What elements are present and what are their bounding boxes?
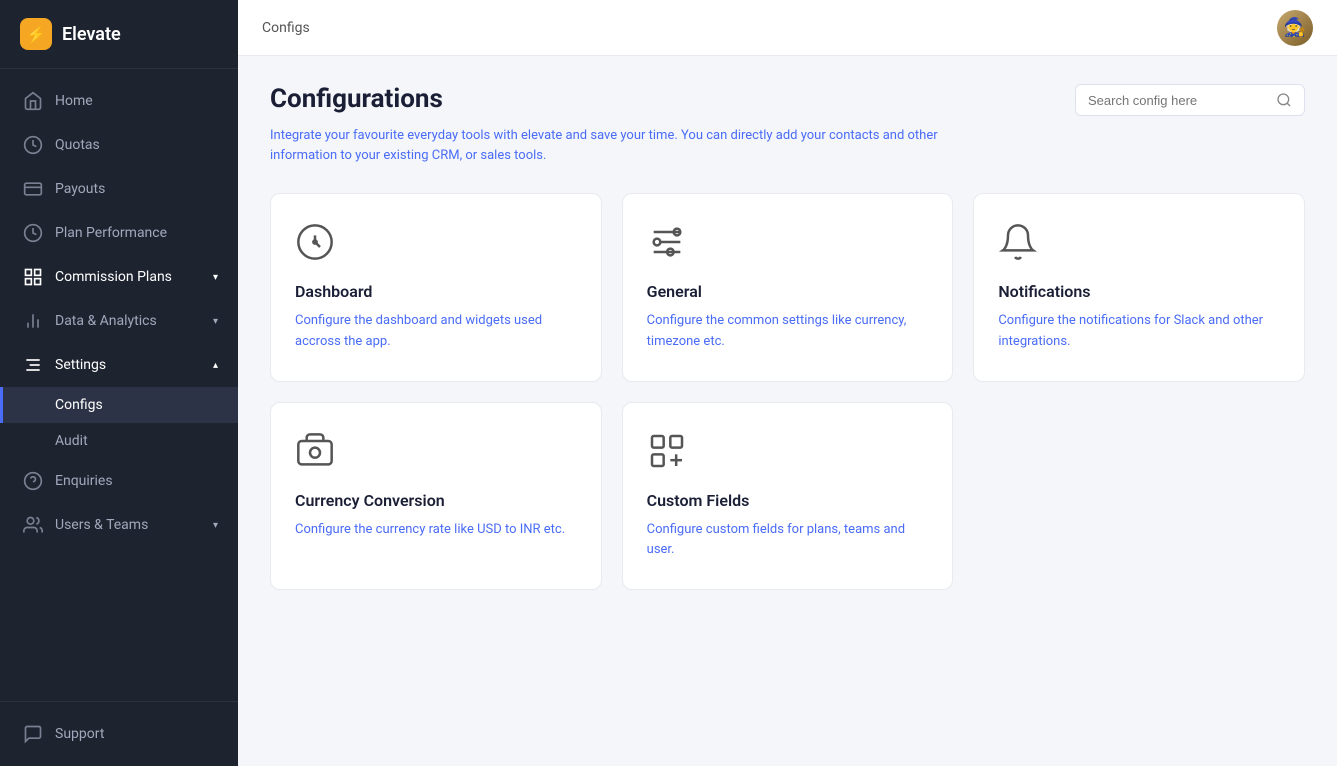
chevron-down-icon: ▾ xyxy=(213,520,218,531)
card-title: Custom Fields xyxy=(647,491,929,510)
chevron-down-icon: ▾ xyxy=(213,272,218,283)
sidebar-item-label: Data & Analytics xyxy=(55,313,157,329)
app-name: Elevate xyxy=(62,24,121,45)
sidebar-item-payouts[interactable]: Payouts xyxy=(0,167,238,211)
sidebar-item-support[interactable]: Support xyxy=(0,712,238,756)
sidebar-item-settings[interactable]: Settings ▴ xyxy=(0,343,238,387)
audit-label: Audit xyxy=(55,433,88,449)
card-desc: Configure the dashboard and widgets used… xyxy=(295,311,577,353)
app-logo: ⚡ xyxy=(20,18,52,50)
card-title: Dashboard xyxy=(295,282,577,301)
settings-subnav: Configs Audit xyxy=(0,387,238,459)
logo-icon: ⚡ xyxy=(26,25,46,44)
chevron-up-icon: ▴ xyxy=(213,360,218,371)
settings-icon xyxy=(23,355,43,375)
sidebar-item-label: Plan Performance xyxy=(55,225,167,241)
sidebar-item-label: Support xyxy=(55,726,104,742)
data-analytics-icon xyxy=(23,311,43,331)
home-icon xyxy=(23,91,43,111)
card-currency-conversion[interactable]: Currency Conversion Configure the curren… xyxy=(270,402,602,591)
card-title: Currency Conversion xyxy=(295,491,577,510)
chevron-down-icon: ▾ xyxy=(213,316,218,327)
quotas-icon xyxy=(23,135,43,155)
card-title: Notifications xyxy=(998,282,1280,301)
sidebar-nav: Home Quotas Payouts Plan Performance Com… xyxy=(0,69,238,701)
topbar-right: 🧙 xyxy=(1277,10,1313,46)
sidebar-item-label: Quotas xyxy=(55,137,100,153)
search-input[interactable] xyxy=(1088,93,1268,108)
breadcrumb: Configs xyxy=(262,20,310,36)
sidebar-footer: Support xyxy=(0,701,238,766)
search-icon xyxy=(1276,92,1292,108)
card-dashboard[interactable]: Dashboard Configure the dashboard and wi… xyxy=(270,193,602,382)
title-area: Configurations xyxy=(270,84,443,122)
sidebar-item-enquiries[interactable]: Enquiries xyxy=(0,459,238,503)
card-desc: Configure the common settings like curre… xyxy=(647,311,929,353)
sidebar-item-users-teams[interactable]: Users & Teams ▾ xyxy=(0,503,238,547)
sidebar-item-label: Settings xyxy=(55,357,106,373)
sidebar-item-configs[interactable]: Configs xyxy=(0,387,238,423)
cards-grid: Dashboard Configure the dashboard and wi… xyxy=(270,193,1305,590)
enquiries-icon xyxy=(23,471,43,491)
sidebar-item-label: Home xyxy=(55,93,93,109)
sidebar-item-home[interactable]: Home xyxy=(0,79,238,123)
sidebar-item-label: Commission Plans xyxy=(55,269,172,285)
dashboard-icon xyxy=(295,222,335,262)
card-custom-fields[interactable]: Custom Fields Configure custom fields fo… xyxy=(622,402,954,591)
sidebar-header: ⚡ Elevate xyxy=(0,0,238,69)
search-bar[interactable] xyxy=(1075,84,1305,116)
page-subtitle: Integrate your favourite everyday tools … xyxy=(270,126,950,165)
sidebar-item-label: Payouts xyxy=(55,181,105,197)
support-icon xyxy=(23,724,43,744)
sidebar-item-label: Users & Teams xyxy=(55,517,148,533)
card-desc: Configure custom fields for plans, teams… xyxy=(647,520,929,562)
sidebar-item-quotas[interactable]: Quotas xyxy=(0,123,238,167)
card-title: General xyxy=(647,282,929,301)
card-notifications[interactable]: Notifications Configure the notification… xyxy=(973,193,1305,382)
card-desc: Configure the notifications for Slack an… xyxy=(998,311,1280,353)
page-content: Configurations Integrate your favourite … xyxy=(238,56,1337,766)
commission-plans-icon xyxy=(23,267,43,287)
card-general[interactable]: General Configure the common settings li… xyxy=(622,193,954,382)
sidebar-item-audit[interactable]: Audit xyxy=(0,423,238,459)
payouts-icon xyxy=(23,179,43,199)
sidebar-item-label: Enquiries xyxy=(55,473,113,489)
custom-fields-icon xyxy=(647,431,687,471)
configs-label: Configs xyxy=(55,397,103,413)
users-teams-icon xyxy=(23,515,43,535)
plan-performance-icon xyxy=(23,223,43,243)
main-content: Configs 🧙 Configurations Integrate your … xyxy=(238,0,1337,766)
sidebar-item-plan-performance[interactable]: Plan Performance xyxy=(0,211,238,255)
sidebar-item-commission-plans[interactable]: Commission Plans ▾ xyxy=(0,255,238,299)
content-header: Configurations xyxy=(270,84,1305,122)
topbar: Configs 🧙 xyxy=(238,0,1337,56)
sidebar: ⚡ Elevate Home Quotas Payouts Plan Perfo… xyxy=(0,0,238,766)
general-icon xyxy=(647,222,687,262)
page-title: Configurations xyxy=(270,84,443,114)
sidebar-item-data-analytics[interactable]: Data & Analytics ▾ xyxy=(0,299,238,343)
notifications-icon xyxy=(998,222,1038,262)
currency-icon xyxy=(295,431,335,471)
card-desc: Configure the currency rate like USD to … xyxy=(295,520,577,541)
avatar: 🧙 xyxy=(1277,10,1313,46)
